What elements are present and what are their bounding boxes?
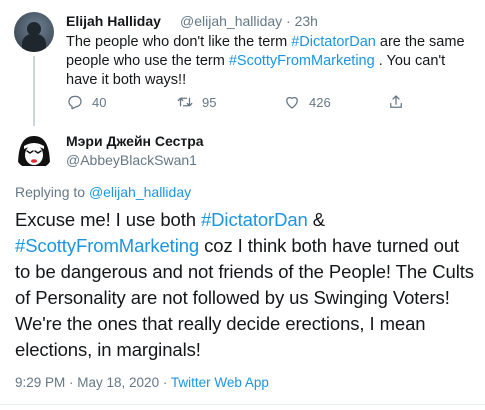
display-name[interactable]: Мэри Джейн Сестра — [66, 133, 204, 149]
avatar[interactable] — [14, 130, 54, 170]
divider — [0, 404, 485, 405]
reply-icon — [66, 93, 84, 111]
tweet-text: The people who don't like the term #Dict… — [66, 33, 471, 90]
handle[interactable]: @AbbeyBlackSwan1 — [66, 152, 197, 168]
replying-to: Replying to @elijah_halliday — [15, 184, 191, 200]
reply-button[interactable]: 40 — [66, 93, 106, 111]
nun-avatar-icon — [14, 130, 54, 170]
tweet-text-part: & — [307, 209, 326, 230]
avatar[interactable] — [14, 12, 54, 52]
share-button[interactable] — [387, 93, 405, 111]
reply-count: 40 — [92, 94, 107, 110]
thread-line — [33, 56, 35, 126]
replying-prefix: Replying to — [15, 184, 89, 200]
tweet-text-part: The people who don't like the term — [66, 34, 292, 50]
hashtag-link[interactable]: #ScottyFromMarketing — [15, 235, 199, 256]
replying-handle-link[interactable]: @elijah_halliday — [89, 184, 191, 200]
tweet-text-part: Excuse me! I use both — [15, 209, 201, 230]
hashtag-link[interactable]: #DictatorDan — [201, 209, 308, 230]
source-link[interactable]: Twitter Web App — [171, 375, 269, 390]
tweet-text: Excuse me! I use both #DictatorDan & #Sc… — [15, 207, 477, 363]
retweet-icon — [176, 93, 194, 111]
handle-and-time[interactable]: @elijah_halliday · 23h — [180, 13, 318, 29]
like-icon — [283, 93, 301, 111]
tweet-actions: 40 95 426 — [0, 93, 485, 111]
retweet-button[interactable]: 95 — [176, 93, 216, 111]
hashtag-link[interactable]: #DictatorDan — [291, 34, 376, 50]
retweet-count: 95 — [202, 94, 217, 110]
share-icon — [387, 93, 405, 111]
hashtag-link[interactable]: #ScottyFromMarketing — [229, 53, 375, 69]
tweet-meta: 9:29 PM · May 18, 2020 · Twitter Web App — [15, 375, 269, 390]
avatar-figure-body — [22, 34, 46, 52]
display-name[interactable]: Elijah Halliday — [66, 13, 161, 29]
like-button[interactable]: 426 — [283, 93, 331, 111]
timestamp[interactable]: 9:29 PM · May 18, 2020 · — [15, 375, 171, 390]
like-count: 426 — [309, 94, 331, 110]
